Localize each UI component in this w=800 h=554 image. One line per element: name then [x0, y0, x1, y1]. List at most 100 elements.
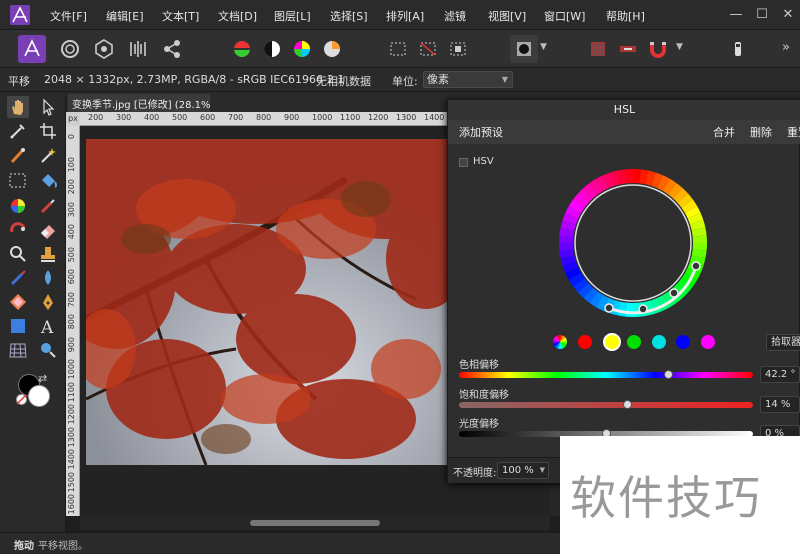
hsv-label: HSV — [473, 156, 494, 167]
wheel-handle[interactable] — [691, 261, 701, 271]
pen-tool[interactable] — [37, 291, 59, 313]
quick-mask-button[interactable] — [510, 35, 538, 63]
auto-white-balance-button[interactable] — [318, 35, 346, 63]
zoom-tool[interactable] — [37, 339, 59, 361]
ruler-tick-label: 600 — [200, 113, 216, 122]
snapping-bounds-button[interactable] — [614, 35, 642, 63]
ruler-tick-label: 100 — [67, 156, 76, 172]
menu-item[interactable]: 窗口[W] — [544, 8, 585, 24]
healing-tool[interactable] — [7, 219, 29, 241]
photo-persona-button[interactable] — [18, 35, 46, 63]
slider-value-field[interactable]: 14 % — [760, 396, 800, 413]
reset-button[interactable]: 重置 — [787, 124, 800, 140]
color-tool[interactable] — [7, 195, 29, 217]
maximize-button[interactable]: ☐ — [750, 5, 774, 25]
paint-brush-tool[interactable] — [37, 195, 59, 217]
menu-item[interactable]: 文件[F] — [50, 8, 87, 24]
primary-color-swatch[interactable] — [28, 385, 50, 407]
menu-item[interactable]: 图层[L] — [274, 8, 311, 24]
auto-contrast-button[interactable] — [258, 35, 286, 63]
unit-label: 单位: — [392, 75, 418, 88]
color-swatch[interactable] — [627, 335, 641, 349]
snapping-magnet-button[interactable] — [644, 35, 672, 63]
wheel-handle[interactable] — [604, 303, 614, 313]
chevron-down-icon[interactable]: ▼ — [540, 42, 547, 52]
horizontal-scroll-thumb[interactable] — [250, 520, 380, 526]
contrast-icon — [264, 41, 280, 57]
menu-item[interactable]: 视图[V] — [488, 8, 526, 24]
develop-persona-button[interactable] — [90, 35, 118, 63]
auto-colors-button[interactable] — [288, 35, 316, 63]
fill-tool[interactable] — [37, 170, 59, 192]
tone-map-persona-button[interactable] — [124, 35, 152, 63]
text-tool[interactable]: A — [37, 315, 59, 338]
marquee-selection-button[interactable] — [384, 35, 412, 63]
wheel-handle[interactable] — [669, 288, 679, 298]
tuxedo-icon — [735, 42, 741, 56]
document-tab[interactable]: 变换季节.jpg [已修改] (28.1%) — [68, 94, 210, 112]
liquify-persona-button[interactable] — [56, 35, 84, 63]
snapping-grid-button[interactable] — [584, 35, 612, 63]
shape-tool[interactable] — [7, 291, 29, 313]
assistant-button[interactable] — [724, 35, 752, 63]
menu-item[interactable]: 滤镜 — [444, 8, 466, 24]
unit-select[interactable]: 像素 ▼ — [423, 71, 513, 88]
export-persona-button[interactable] — [158, 35, 186, 63]
ruler-tick-label: 400 — [144, 113, 160, 122]
color-swatch[interactable] — [578, 335, 592, 349]
opacity-field[interactable]: 100 % ▼ — [497, 462, 549, 479]
menu-item[interactable]: 文本[T] — [162, 8, 199, 24]
slider-value-field[interactable]: 42.2 ° — [760, 366, 800, 383]
marquee-tool[interactable] — [7, 170, 29, 192]
more-icon[interactable]: » — [782, 40, 790, 55]
merge-button[interactable]: 合并 — [713, 124, 735, 140]
delete-button[interactable]: 删除 — [750, 124, 772, 140]
photo-canvas[interactable] — [86, 139, 448, 465]
picker-button[interactable]: 拾取器 — [766, 334, 800, 351]
crop-tool[interactable] — [37, 120, 59, 142]
hue-wheel[interactable] — [553, 163, 713, 323]
color-swatch[interactable] — [602, 333, 621, 351]
add-preset-button[interactable]: 添加预设 — [459, 124, 503, 140]
retouch-tool[interactable] — [7, 267, 29, 289]
menu-item[interactable]: 排列[A] — [386, 8, 424, 24]
clone-tool[interactable] — [37, 243, 59, 265]
slider-thumb[interactable] — [622, 400, 632, 409]
slider-track[interactable] — [459, 402, 753, 408]
all-colors-swatch[interactable] — [553, 335, 567, 349]
develop-icon — [95, 39, 113, 59]
eraser-tool[interactable] — [37, 219, 59, 241]
menu-item[interactable]: 帮助[H] — [606, 8, 645, 24]
no-color-icon[interactable] — [16, 394, 27, 405]
status-text: 平移视图。 — [38, 541, 88, 552]
swap-colors-icon[interactable]: ⇄ — [38, 372, 47, 385]
color-swatch[interactable] — [651, 335, 666, 349]
menu-item[interactable]: 文档[D] — [218, 8, 257, 24]
flood-select-tool[interactable] — [37, 145, 59, 167]
zoom-blur-tool[interactable] — [7, 243, 29, 265]
chevron-down-icon[interactable]: ▼ — [676, 42, 683, 52]
mesh-warp-tool[interactable] — [7, 339, 29, 361]
color-swatch[interactable] — [700, 335, 715, 349]
close-button[interactable]: ✕ — [776, 5, 800, 25]
blur-tool[interactable] — [37, 267, 59, 289]
selection-brush-tool[interactable] — [7, 145, 29, 167]
slider-track[interactable] — [459, 372, 753, 378]
slider-thumb[interactable] — [663, 370, 673, 379]
move-tool[interactable] — [37, 96, 59, 118]
view-tool[interactable] — [7, 96, 29, 118]
ruler-tick-label: 700 — [67, 291, 76, 307]
menu-item[interactable]: 编辑[E] — [106, 8, 144, 24]
wheel-handle[interactable] — [638, 304, 648, 314]
invert-selection-button[interactable] — [444, 35, 472, 63]
auto-levels-button[interactable] — [228, 35, 256, 63]
color-swatch[interactable] — [676, 335, 690, 349]
deselect-button[interactable] — [414, 35, 442, 63]
ruler-tick-label: 1600 — [67, 494, 76, 515]
color-picker-tool[interactable] — [7, 120, 29, 142]
minimize-button[interactable]: — — [724, 5, 748, 25]
hsv-checkbox[interactable] — [459, 158, 468, 167]
rectangle-tool[interactable] — [7, 315, 29, 337]
menu-item[interactable]: 选择[S] — [330, 8, 368, 24]
paint-bucket-icon — [42, 174, 57, 188]
